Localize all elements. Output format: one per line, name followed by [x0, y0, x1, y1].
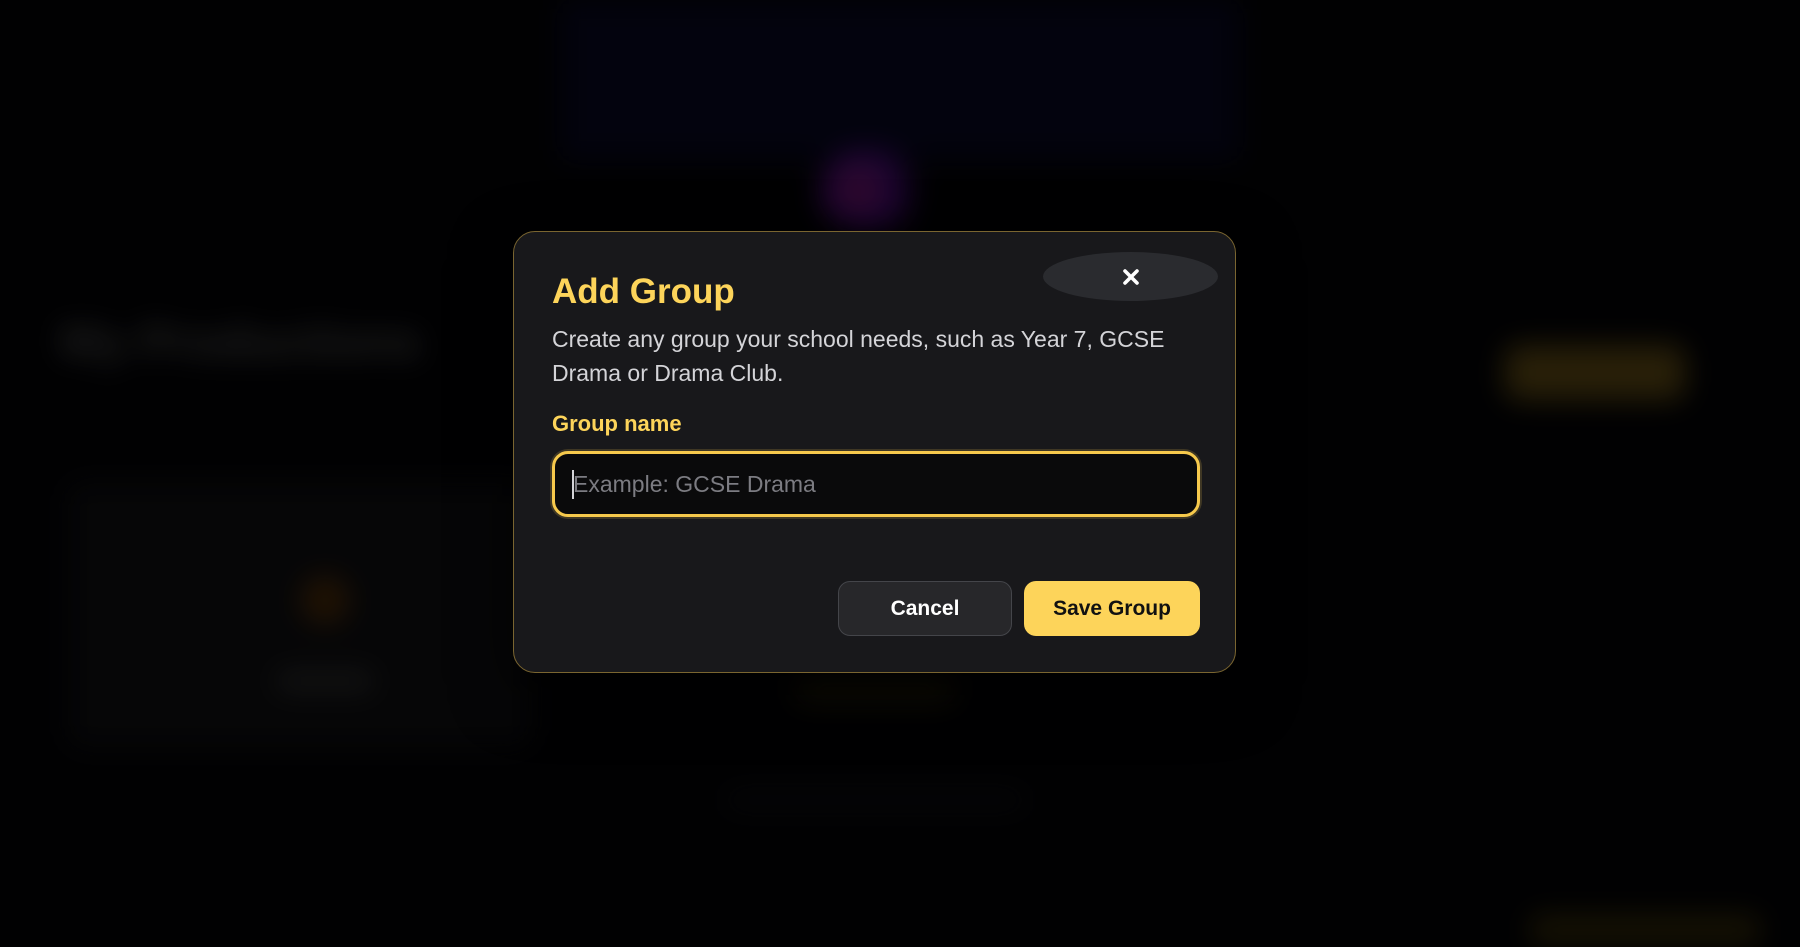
- close-icon: [1122, 268, 1139, 285]
- close-button[interactable]: [1043, 252, 1218, 301]
- dialog-description: Create any group your school needs, such…: [552, 326, 1165, 386]
- text-caret: [572, 470, 574, 499]
- save-group-button[interactable]: Save Group: [1024, 581, 1200, 636]
- group-name-input[interactable]: [552, 451, 1200, 517]
- dialog-title: Add Group: [552, 272, 735, 311]
- group-name-label: Group name: [552, 411, 682, 436]
- cancel-button[interactable]: Cancel: [838, 581, 1012, 636]
- add-group-dialog: Add Group Create any group your school n…: [513, 231, 1236, 673]
